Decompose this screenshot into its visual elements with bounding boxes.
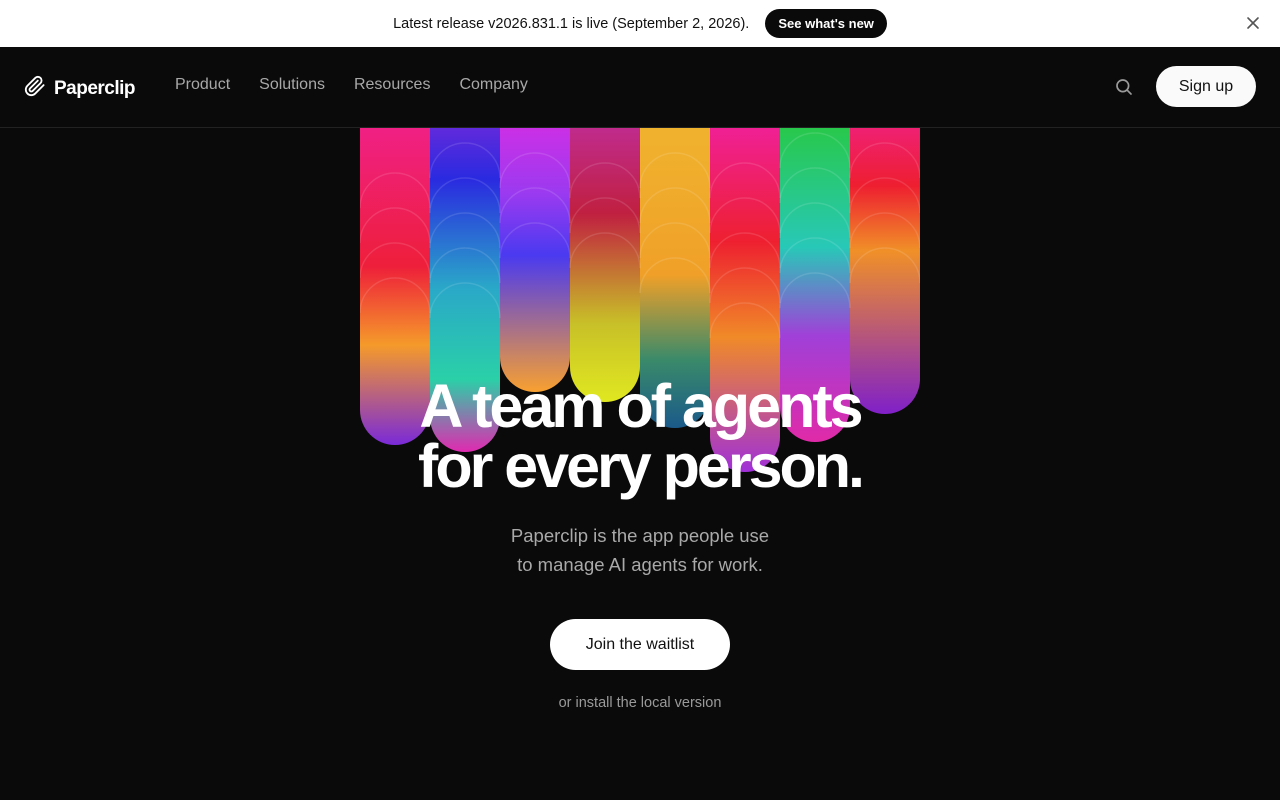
search-icon[interactable] [1113,76,1135,98]
brand-name: Paperclip [54,77,136,99]
install-local-link[interactable]: or install the local version [440,695,840,711]
nav-item-resources[interactable]: Resources [354,76,430,94]
hero-title-line-1: A team of agents [419,372,863,440]
see-whats-new-button[interactable]: See what's new [765,9,887,38]
nav-item-solutions[interactable]: Solutions [259,76,325,94]
nav-links: Product Solutions Resources Company [175,76,528,94]
logo[interactable]: Paperclip [24,75,136,102]
announcement-banner: Latest release v2026.831.1 is live (Sept… [0,0,1280,47]
hero-subtitle: Paperclip is the app people use to manag… [440,521,840,579]
sign-up-button[interactable]: Sign up [1156,66,1256,107]
hero-title: A team of agents for every person. [340,372,940,500]
hero-subtitle-line-2: to manage AI agents for work. [517,554,763,575]
hero-title-line-2: for every person. [418,432,865,500]
nav-item-company[interactable]: Company [459,76,527,94]
top-navigation: Paperclip Product Solutions Resources Co… [0,47,1280,128]
join-waitlist-button[interactable]: Join the waitlist [550,619,730,670]
hero-subtitle-line-1: Paperclip is the app people use [510,525,770,546]
close-icon[interactable] [1244,14,1262,32]
nav-item-product[interactable]: Product [175,76,230,94]
banner-text: Latest release v2026.831.1 is live (Sept… [393,15,750,32]
paperclip-icon [24,75,46,102]
